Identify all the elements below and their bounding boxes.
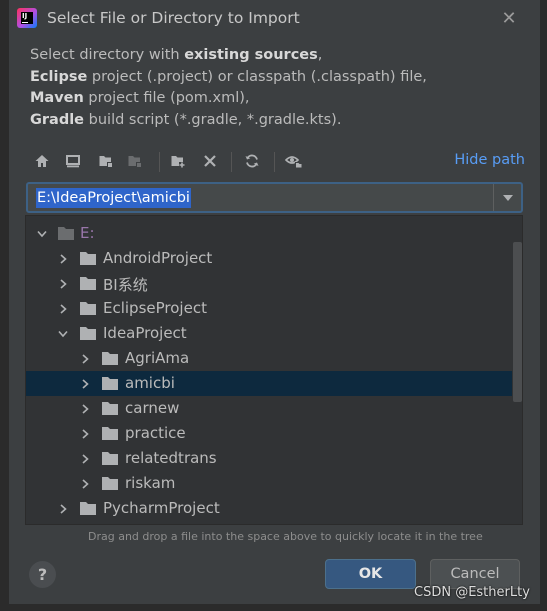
chevron-right-icon[interactable] <box>57 303 69 315</box>
desc-gradle: Gradle <box>30 111 85 128</box>
chevron-right-icon[interactable] <box>57 278 69 290</box>
tree-row[interactable]: riskam <box>26 471 512 496</box>
tree-row[interactable]: AgriAma <box>26 346 512 371</box>
folder-icon <box>102 452 118 465</box>
chevron-right-icon[interactable] <box>79 428 91 440</box>
toolbar-separator <box>231 152 232 172</box>
delete-icon[interactable] <box>199 150 221 172</box>
file-chooser-toolbar: Hide path <box>25 147 525 177</box>
refresh-icon[interactable] <box>241 150 263 172</box>
module-folder-icon[interactable] <box>124 150 146 172</box>
desc-maven: Maven <box>30 90 84 106</box>
folder-icon <box>80 277 96 290</box>
tree-label: AgriAma <box>125 349 190 367</box>
close-icon[interactable]: ✕ <box>498 8 520 30</box>
drag-drop-hint: Drag and drop a file into the space abov… <box>88 530 483 543</box>
desc-eclipse: Eclipse <box>30 68 88 85</box>
watermark: CSDN @EstherLty <box>414 585 530 600</box>
tree-scrollbar[interactable] <box>512 216 522 524</box>
folder-icon <box>102 477 118 490</box>
path-combobox[interactable]: E:\IdeaProject\amicbi <box>26 182 523 213</box>
new-folder-icon[interactable] <box>167 150 189 172</box>
tree-label: practice <box>125 424 186 442</box>
tree-label: PycharmProject <box>103 499 220 517</box>
tree-row-drive[interactable]: E: <box>26 221 512 246</box>
folder-icon <box>80 502 96 515</box>
chevron-down-icon[interactable] <box>57 328 69 340</box>
tree-label: carnew <box>125 399 180 417</box>
folder-icon <box>102 352 118 365</box>
desktop-icon[interactable] <box>62 150 84 172</box>
folder-icon <box>80 302 96 315</box>
hide-path-link[interactable]: Hide path <box>454 152 525 168</box>
toolbar-separator <box>159 152 160 172</box>
tree-label: AndroidProject <box>103 249 213 267</box>
tree-row[interactable]: carnew <box>26 396 512 421</box>
help-button[interactable]: ? <box>29 561 56 588</box>
tree-row[interactable]: practice <box>26 421 512 446</box>
home-icon[interactable] <box>31 150 53 172</box>
desc-line1-suffix: , <box>317 47 323 63</box>
chevron-right-icon[interactable] <box>79 478 91 490</box>
tree-label: E: <box>80 224 95 242</box>
tree-row[interactable]: EclipseProject <box>26 296 512 321</box>
chevron-right-icon[interactable] <box>79 353 91 365</box>
chevron-right-icon[interactable] <box>57 253 69 265</box>
tree-label: EclipseProject <box>103 299 207 317</box>
desc-line1-prefix: Select directory with <box>30 47 185 63</box>
tree-label: IdeaProject <box>103 324 187 342</box>
tree-label: relatedtrans <box>125 449 217 467</box>
show-hidden-icon[interactable] <box>283 150 305 172</box>
toolbar-separator <box>274 152 275 172</box>
folder-icon <box>102 427 118 440</box>
tree-label: BI系统 <box>103 276 148 294</box>
title-bar: IJ Select File or Directory to Import ✕ <box>9 0 540 38</box>
tree-row[interactable]: PycharmProject <box>26 496 512 521</box>
chevron-right-icon[interactable] <box>79 403 91 415</box>
tree-row[interactable]: AndroidProject <box>26 246 512 271</box>
tree-label: amicbi <box>125 374 175 392</box>
scrollbar-thumb[interactable] <box>513 242 522 402</box>
description: Select directory with existing sources, … <box>30 45 427 131</box>
chevron-right-icon[interactable] <box>79 378 91 390</box>
directory-tree[interactable]: E: AndroidProject BI系统 EclipseProject Id… <box>25 215 523 525</box>
chevron-down-icon[interactable] <box>493 184 521 211</box>
tree-row[interactable]: BI系统 <box>26 271 512 296</box>
folder-icon <box>80 252 96 265</box>
chevron-right-icon[interactable] <box>79 453 91 465</box>
path-input[interactable]: E:\IdeaProject\amicbi <box>36 188 191 208</box>
folder-icon <box>102 402 118 415</box>
dialog-title: Select File or Directory to Import <box>47 9 300 27</box>
folder-icon <box>80 327 96 340</box>
desc-line3-rest: project file (pom.xml), <box>83 90 250 106</box>
chevron-down-icon[interactable] <box>36 228 48 240</box>
import-dialog: IJ Select File or Directory to Import ✕ … <box>9 0 540 604</box>
tree-label: riskam <box>125 474 176 492</box>
desc-existing-sources: existing sources <box>184 47 318 63</box>
drive-icon <box>58 227 74 240</box>
tree-row-selected[interactable]: amicbi <box>26 371 512 396</box>
chevron-right-icon[interactable] <box>57 503 69 515</box>
project-folder-icon[interactable] <box>95 150 117 172</box>
folder-icon <box>102 377 118 390</box>
desc-line2-rest: project (.project) or classpath (.classp… <box>87 68 427 85</box>
tree-row[interactable]: relatedtrans <box>26 446 512 471</box>
ok-button[interactable]: OK <box>325 559 416 589</box>
intellij-app-icon: IJ <box>17 8 37 28</box>
tree-row[interactable]: IdeaProject <box>26 321 512 346</box>
desc-line4-rest: build script (*.gradle, *.gradle.kts). <box>84 111 342 128</box>
